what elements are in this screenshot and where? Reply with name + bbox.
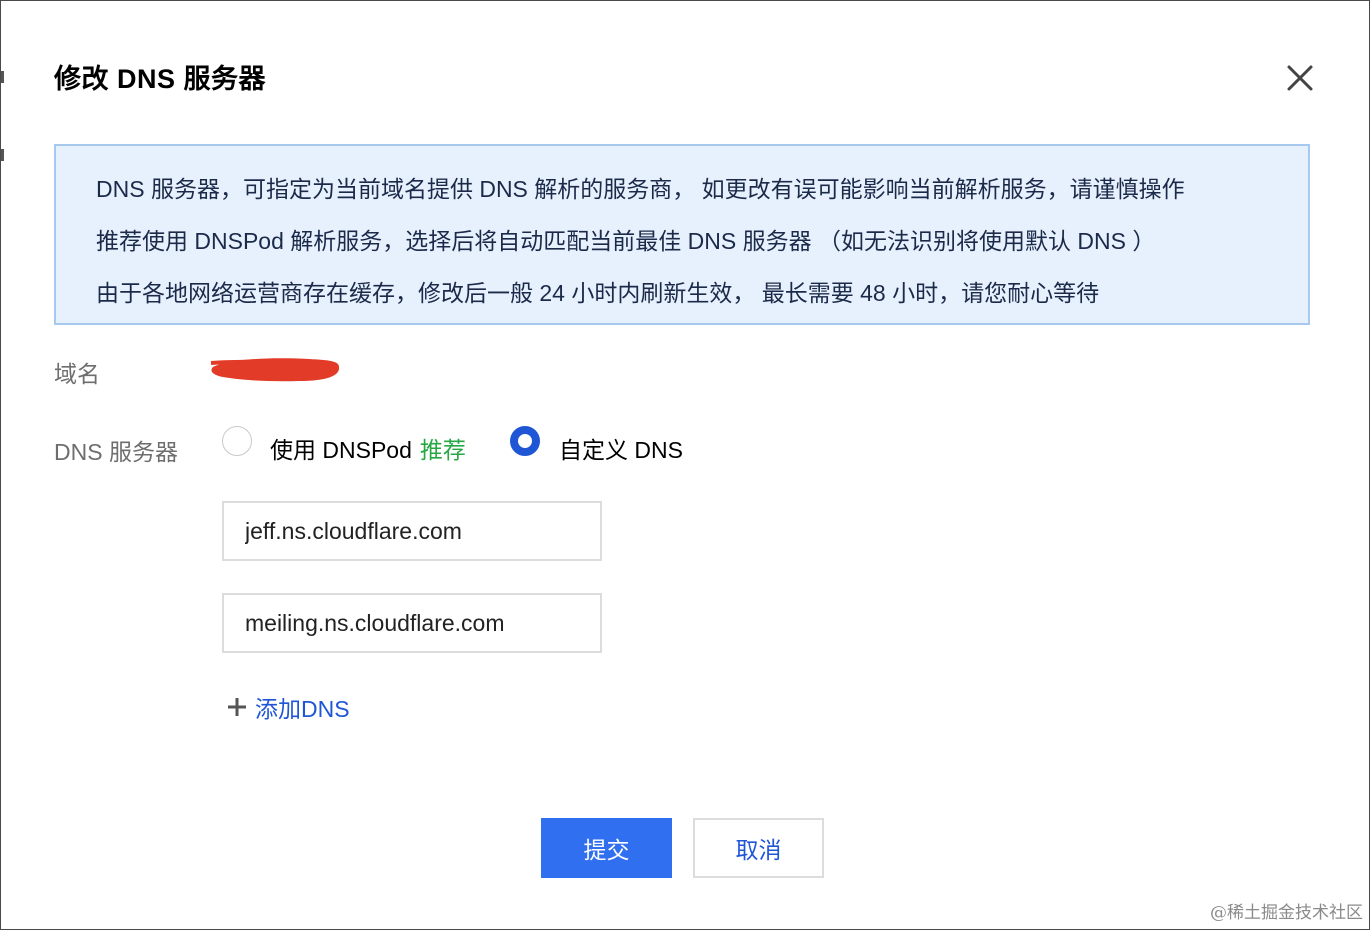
radio-dnspod-label[interactable]: 使用 DNSPod 推荐 [270,431,466,465]
notice-line: 由于各地网络运营商存在缓存，修改后一般 24 小时内刷新生效， 最长需要 48 … [96,280,1100,306]
dialog-title: 修改 DNS 服务器 [54,64,267,94]
domain-label: 域名 [54,361,100,387]
dns-server-label: DNS 服务器 [54,439,178,465]
radio-custom-dns-label[interactable]: 自定义 DNS [559,431,683,465]
domain-value-redaction [210,358,340,382]
notice-line: DNS 服务器，可指定为当前域名提供 DNS 解析的服务商， 如更改有误可能影响… [96,176,1185,202]
cancel-button[interactable]: 取消 [693,818,824,878]
dns-server-input-1[interactable] [222,501,602,561]
add-dns-button[interactable]: 添加DNS [225,691,350,723]
submit-button[interactable]: 提交 [541,818,672,878]
notice-box: DNS 服务器，可指定为当前域名提供 DNS 解析的服务商， 如更改有误可能影响… [54,144,1310,325]
dns-server-input-2[interactable] [222,593,602,653]
radio-dnspod[interactable] [222,426,252,456]
background-edge-mark [1,71,4,83]
radio-custom-dns[interactable] [510,426,540,456]
add-dns-label: 添加DNS [255,696,350,722]
dialog: 修改 DNS 服务器 DNS 服务器，可指定为当前域名提供 DNS 解析的服务商… [0,0,1370,930]
radio-dnspod-text: 使用 DNSPod [270,437,412,463]
plus-icon [228,698,246,716]
close-icon[interactable] [1283,61,1317,95]
background-edge-mark [1,149,4,161]
recommend-tag: 推荐 [419,437,466,463]
notice-line: 推荐使用 DNSPod 解析服务，选择后将自动匹配当前最佳 DNS 服务器 （如… [96,228,1156,254]
watermark: @稀土掘金技术社区 [1210,903,1363,923]
